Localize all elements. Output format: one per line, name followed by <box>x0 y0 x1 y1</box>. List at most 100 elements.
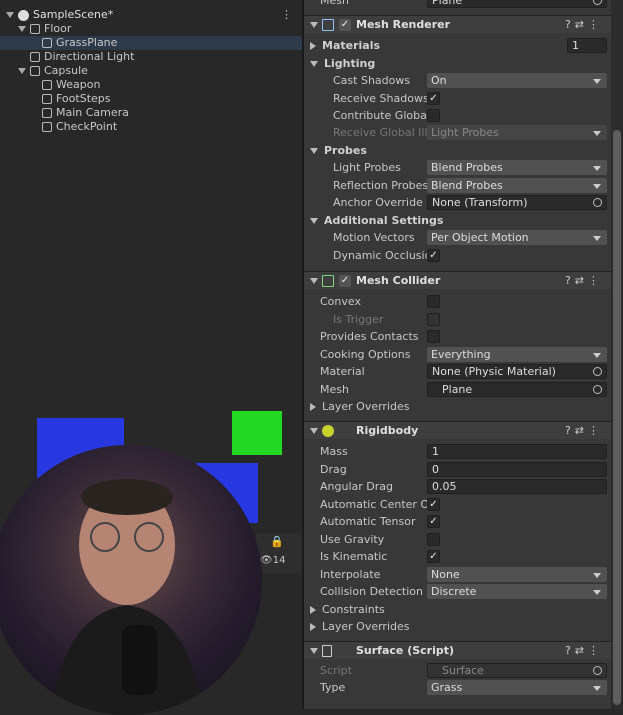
hierarchy-item-floor[interactable]: Floor <box>18 22 320 36</box>
hierarchy-item-capsule[interactable]: Capsule <box>18 64 320 78</box>
convex-checkbox[interactable] <box>427 295 440 308</box>
scene-menu-icon[interactable]: ⋮ <box>281 8 292 22</box>
component-tools[interactable]: ?⇄⋮ <box>565 642 603 660</box>
component-title: Surface (Script) <box>356 644 455 657</box>
foldout-arrow-icon[interactable] <box>310 218 318 224</box>
foldout-arrow-icon[interactable] <box>310 22 318 28</box>
foldout-arrow-icon[interactable] <box>310 278 318 284</box>
mass-field[interactable]: 1 <box>427 444 607 459</box>
additional-settings-label: Additional Settings <box>324 214 444 227</box>
collider-mesh-value: Plane <box>442 383 473 396</box>
materials-count-field[interactable]: 1 <box>567 38 607 53</box>
component-tools[interactable]: ?⇄⋮ <box>565 272 603 290</box>
script-value: Surface <box>442 664 484 677</box>
foldout-arrow-icon[interactable] <box>310 428 318 434</box>
collider-layer-overrides-row[interactable]: Layer Overrides <box>304 398 611 415</box>
inspector-scrollbar[interactable] <box>611 0 623 709</box>
item-label: GrassPlane <box>56 36 118 49</box>
gameobject-icon <box>42 108 52 118</box>
mesh-renderer-header[interactable]: ✓ Mesh Renderer ?⇄⋮ <box>304 15 611 33</box>
rigidbody-header[interactable]: Rigidbody ?⇄⋮ <box>304 421 611 439</box>
interpolate-dropdown[interactable]: None <box>427 567 607 582</box>
angular-drag-field[interactable]: 0.05 <box>427 479 607 494</box>
dynamic-occlusion-checkbox[interactable]: ✓ <box>427 249 440 262</box>
cooking-options-dropdown[interactable]: Everything <box>427 347 607 362</box>
convex-label: Convex <box>320 295 361 308</box>
light-probes-dropdown[interactable]: Blend Probes <box>427 160 607 175</box>
gameobject-icon <box>42 122 52 132</box>
script-field: Surface <box>427 663 607 678</box>
green-block <box>232 411 282 455</box>
constraints-row[interactable]: Constraints <box>304 601 611 618</box>
lighting-label: Lighting <box>324 57 376 70</box>
hidden-count-badge[interactable]: 👁14 <box>260 555 285 566</box>
angular-drag-label: Angular Drag <box>320 480 393 493</box>
foldout-arrow-icon[interactable] <box>310 61 318 67</box>
interpolate-row: Interpolate None <box>304 566 611 583</box>
is-trigger-label: Is Trigger <box>333 313 384 326</box>
auto-tensor-checkbox[interactable]: ✓ <box>427 515 440 528</box>
item-label: Main Camera <box>56 106 129 119</box>
materials-row[interactable]: Materials 1 <box>304 37 611 54</box>
auto-center-checkbox[interactable]: ✓ <box>427 498 440 511</box>
layer-overrides-label: Layer Overrides <box>322 620 410 633</box>
foldout-arrow-icon[interactable] <box>310 623 316 631</box>
script-row: Script Surface <box>304 662 611 679</box>
hierarchy-item-grassplane[interactable]: GrassPlane <box>0 36 302 50</box>
cast-shadows-dropdown[interactable]: On <box>427 73 607 88</box>
contribute-gi-label: Contribute Global I <box>333 109 437 122</box>
foldout-arrow-icon[interactable] <box>310 648 318 654</box>
material-row: Material None (Physic Material) <box>304 363 611 380</box>
motion-vectors-dropdown[interactable]: Per Object Motion <box>427 230 607 245</box>
scene-row[interactable]: SampleScene* ⋮ <box>6 8 308 22</box>
expand-arrow-icon[interactable] <box>18 26 26 32</box>
provides-contacts-row: Provides Contacts <box>304 328 611 345</box>
enabled-checkbox[interactable]: ✓ <box>339 275 351 287</box>
reflection-probes-dropdown[interactable]: Blend Probes <box>427 178 607 193</box>
provides-contacts-checkbox[interactable] <box>427 330 440 343</box>
contribute-gi-checkbox[interactable] <box>427 109 440 122</box>
rigidbody-layer-overrides-row[interactable]: Layer Overrides <box>304 618 611 635</box>
hierarchy-item-footsteps[interactable]: FootSteps <box>42 92 344 106</box>
gameobject-icon <box>42 80 52 90</box>
mesh-field[interactable]: Plane <box>427 0 607 8</box>
hierarchy-item-main-camera[interactable]: Main Camera <box>42 106 344 120</box>
motion-vectors-row: Motion Vectors Per Object Motion <box>304 229 611 246</box>
expand-arrow-icon[interactable] <box>6 12 14 18</box>
foldout-arrow-icon[interactable] <box>310 148 318 154</box>
foldout-arrow-icon[interactable] <box>310 606 316 614</box>
surface-script-header[interactable]: Surface (Script) ?⇄⋮ <box>304 641 611 659</box>
is-kinematic-checkbox[interactable]: ✓ <box>427 550 440 563</box>
collider-mesh-field[interactable]: Plane <box>427 382 607 397</box>
foldout-arrow-icon[interactable] <box>310 403 316 411</box>
collision-detection-dropdown[interactable]: Discrete <box>427 584 607 599</box>
dynamic-occlusion-label: Dynamic Occlusio <box>333 249 432 262</box>
mesh-collider-header[interactable]: ✓ Mesh Collider ?⇄⋮ <box>304 271 611 289</box>
dynamic-occlusion-row: Dynamic Occlusio ✓ <box>304 247 611 264</box>
drag-row: Drag 0 <box>304 461 611 478</box>
receive-shadows-checkbox[interactable]: ✓ <box>427 92 440 105</box>
probes-row[interactable]: Probes <box>304 142 611 159</box>
expand-arrow-icon[interactable] <box>18 68 26 74</box>
drag-field[interactable]: 0 <box>427 462 607 477</box>
lock-icon[interactable]: 🔒 <box>270 535 284 548</box>
is-trigger-row: Is Trigger <box>304 311 611 328</box>
component-tools[interactable]: ?⇄⋮ <box>565 16 603 34</box>
is-kinematic-label: Is Kinematic <box>320 550 388 563</box>
type-dropdown[interactable]: Grass <box>427 680 607 695</box>
anchor-override-row: Anchor Override None (Transform) <box>304 194 611 211</box>
scene-label: SampleScene* <box>33 8 114 21</box>
use-gravity-checkbox[interactable] <box>427 533 440 546</box>
additional-settings-row[interactable]: Additional Settings <box>304 212 611 229</box>
hierarchy-item-checkpoint[interactable]: CheckPoint <box>42 120 344 134</box>
reflection-probes-label: Reflection Probes <box>333 179 429 192</box>
scrollbar-thumb[interactable] <box>613 130 621 705</box>
enabled-checkbox[interactable]: ✓ <box>339 19 351 31</box>
component-tools[interactable]: ?⇄⋮ <box>565 422 603 440</box>
foldout-arrow-icon[interactable] <box>310 42 316 50</box>
hierarchy-item-directional-light[interactable]: Directional Light <box>30 50 332 64</box>
lighting-row[interactable]: Lighting <box>304 55 611 72</box>
material-field[interactable]: None (Physic Material) <box>427 364 607 379</box>
anchor-override-field[interactable]: None (Transform) <box>427 195 607 210</box>
hierarchy-item-weapon[interactable]: Weapon <box>42 78 344 92</box>
